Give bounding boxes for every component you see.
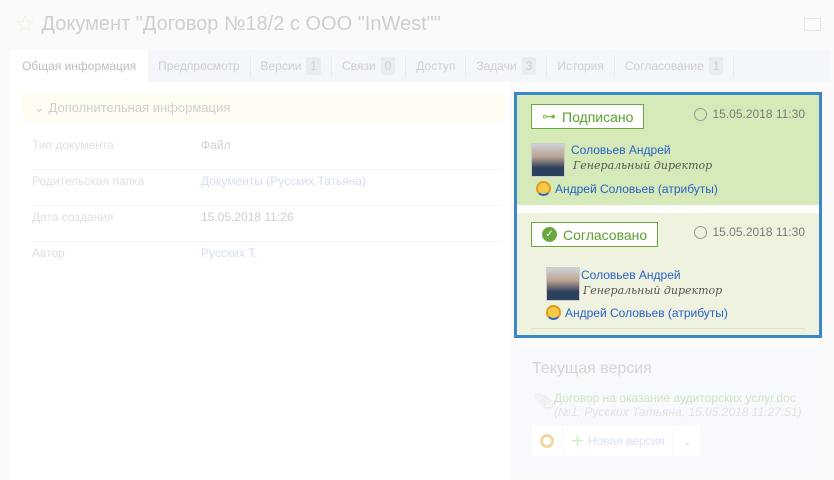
parent-folder-link[interactable]: Документы (Русских Татьяна)	[201, 174, 366, 188]
office-icon	[540, 434, 554, 448]
signatures-panel: ⊶ Подписано 15.05.2018 11:30 Соловьев Анд…	[514, 92, 822, 338]
chevron-down-icon: ⌄	[34, 100, 49, 115]
signer-name[interactable]: Соловьев Андрей	[581, 268, 681, 282]
mail-icon[interactable]	[804, 18, 821, 31]
avatar	[531, 143, 565, 177]
tab-approval[interactable]: Согласование 1	[615, 55, 735, 77]
tab-history[interactable]: История	[547, 55, 615, 77]
certificate-icon	[546, 305, 561, 320]
tab-tasks[interactable]: Задачи 3	[466, 55, 548, 77]
tab-bar: Общая информация Предпросмотр Версии 1 Св…	[10, 50, 830, 82]
file-link[interactable]: Договор на оказание аудиторских услуг.do…	[554, 391, 796, 405]
tab-access[interactable]: Доступ	[406, 55, 467, 77]
info-row: Тип документа Файл	[32, 134, 502, 170]
tab-versions[interactable]: Версии 1	[251, 55, 332, 77]
tab-links[interactable]: Связи 0	[332, 55, 407, 77]
key-icon: ⊶	[542, 108, 556, 124]
count-badge: 1	[306, 57, 321, 75]
more-dropdown-button[interactable]: ⌄	[673, 426, 700, 456]
divider	[531, 328, 805, 329]
info-row: Автор Русских Т.	[32, 246, 258, 260]
certificate-link[interactable]: Андрей Соловьев (атрибуты)	[565, 306, 728, 320]
count-badge: 1	[708, 57, 724, 75]
count-badge: 3	[521, 57, 537, 75]
tab-general[interactable]: Общая информация	[10, 50, 149, 82]
certificate-icon	[536, 181, 551, 196]
tab-preview[interactable]: Предпросмотр	[148, 55, 251, 77]
additional-info-toggle[interactable]: ⌄ Дополнительная информация	[22, 93, 506, 123]
plus-icon: +	[571, 428, 584, 453]
new-version-button[interactable]: + Новая версия	[563, 426, 673, 456]
clock-icon	[694, 107, 708, 121]
certificate-link[interactable]: Андрей Соловьев (атрибуты)	[555, 182, 718, 196]
page-title: ☆ Документ "Договор №18/2 с ООО "InWest""	[14, 10, 441, 39]
info-row: Родительская папка Документы (Русских Тат…	[32, 170, 502, 206]
avatar	[546, 267, 580, 301]
chevron-down-icon: ⌄	[681, 434, 692, 448]
info-row: Дата создания 15.05.2018 11:26	[32, 206, 502, 242]
signature-approved: ✓ Согласовано 15.05.2018 11:30 Соловьев А…	[517, 213, 819, 335]
star-icon[interactable]: ☆	[14, 10, 36, 39]
paperclip-icon: 📎︎	[534, 394, 555, 411]
clock-icon	[694, 225, 708, 239]
signature-signed: ⊶ Подписано 15.05.2018 11:30 Соловьев Анд…	[517, 95, 819, 205]
current-version-panel: Текущая версия 📎︎ Договор на оказание ау…	[514, 348, 818, 470]
count-badge: 0	[380, 57, 396, 75]
status-badge: ⊶ Подписано	[531, 104, 645, 129]
status-badge: ✓ Согласовано	[531, 222, 659, 247]
signer-name[interactable]: Соловьев Андрей	[571, 143, 671, 157]
check-circle-icon: ✓	[542, 227, 557, 242]
refresh-button[interactable]	[532, 426, 562, 456]
author-link[interactable]: Русских Т.	[201, 246, 258, 260]
